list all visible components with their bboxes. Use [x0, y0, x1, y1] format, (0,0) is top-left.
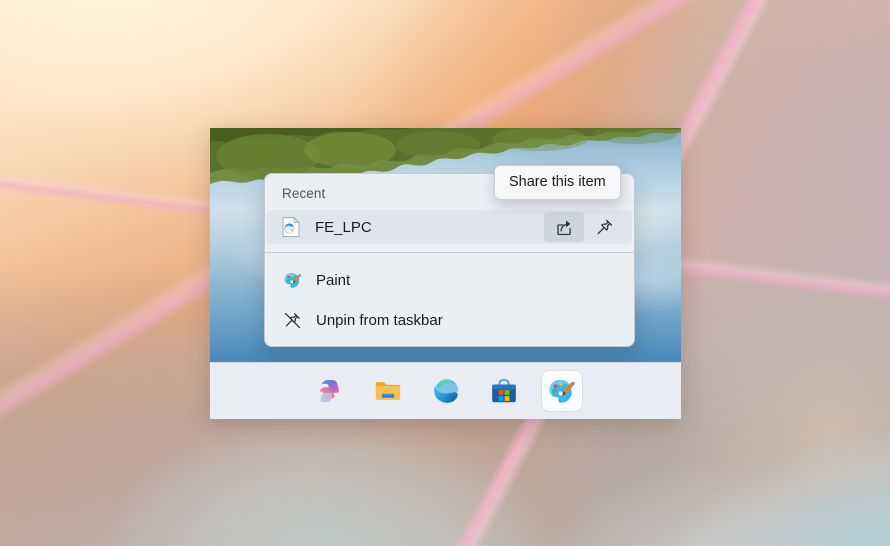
desktop[interactable]: Recent FE_LPC Paint Unpin from taskbar S…: [0, 0, 890, 546]
paint-document-icon: [282, 217, 300, 237]
taskbar-button-edge[interactable]: [426, 371, 466, 411]
taskbar-button-copilot[interactable]: [310, 371, 350, 411]
jumplist-item-unpin-from-taskbar[interactable]: Unpin from taskbar: [267, 302, 632, 338]
store-icon: [491, 378, 516, 403]
jumplist-section-header: Recent: [282, 186, 326, 201]
paint-app-icon: [549, 379, 575, 403]
share-this-item-tooltip: Share this item: [494, 165, 621, 200]
taskbar-button-file-explorer[interactable]: [368, 371, 408, 411]
paint-app-icon: [282, 270, 302, 290]
taskbar-button-microsoft-store[interactable]: [484, 371, 524, 411]
jumplist-item-label: Unpin from taskbar: [316, 311, 443, 329]
pin-icon: [597, 219, 612, 234]
unpin-icon: [282, 310, 302, 330]
taskbar[interactable]: [210, 362, 681, 419]
jumplist-recent-item[interactable]: FE_LPC: [267, 210, 632, 244]
pin-button[interactable]: [584, 212, 624, 242]
edge-icon: [433, 379, 458, 403]
jumplist-item-paint[interactable]: Paint: [267, 262, 632, 298]
jumplist-separator: [265, 252, 634, 253]
jumplist-recent-file-name: FE_LPC: [315, 218, 372, 236]
copilot-icon: [319, 379, 339, 403]
share-icon: [556, 219, 571, 235]
taskbar-button-paint[interactable]: [541, 371, 582, 411]
folder-icon: [375, 382, 400, 400]
jumplist-item-label: Paint: [316, 271, 351, 289]
share-button[interactable]: [544, 212, 584, 242]
